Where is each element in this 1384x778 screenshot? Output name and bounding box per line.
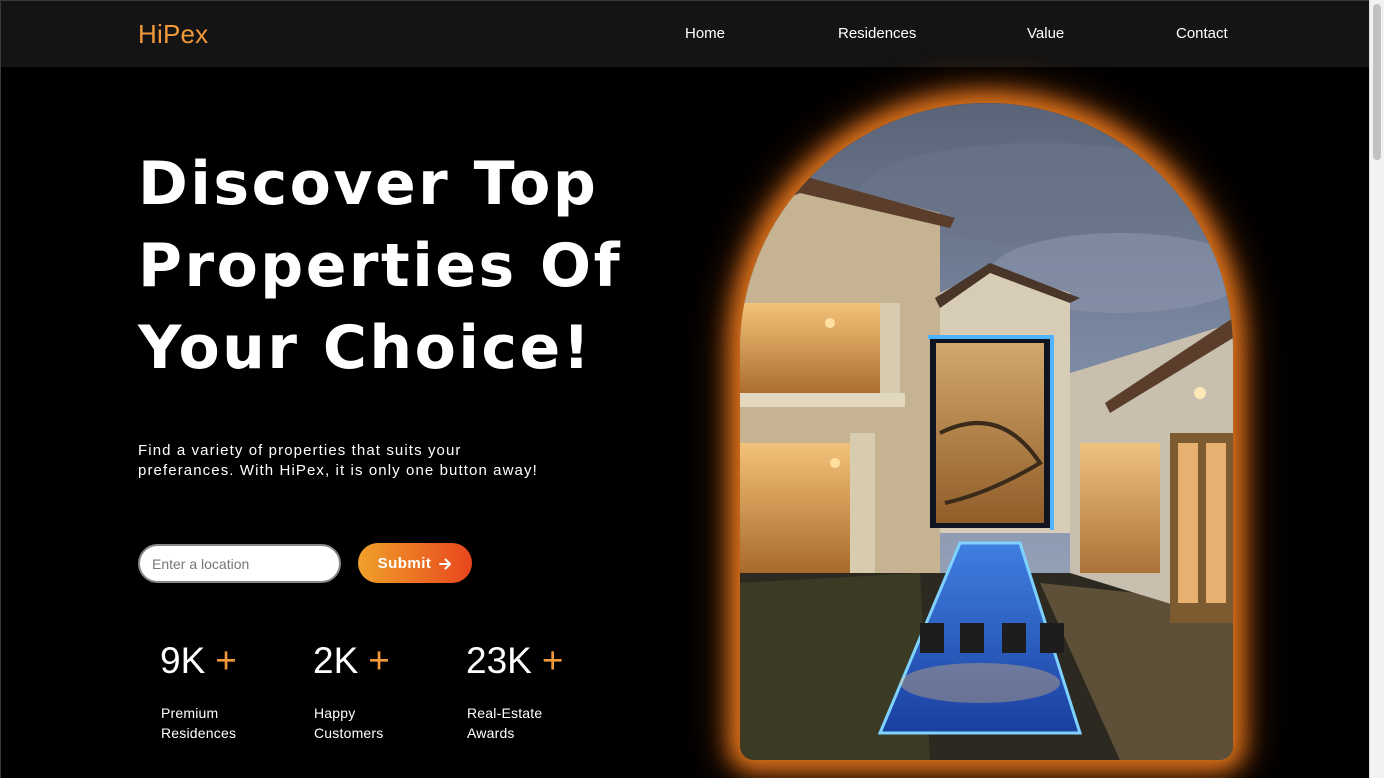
stat-customers: 2K + Happy Customers [313,639,453,741]
stat-plus: + [215,640,237,681]
hero-title-line: Properties Of [138,231,623,301]
stat-number-row: 9K + [160,639,300,683]
hero-subtitle: Find a variety of properties that suits … [138,441,578,481]
hero-subtitle-line: preferances. With HiPex, it is only one … [138,462,538,479]
submit-button-label: Submit [377,554,432,572]
stat-value: 23K [466,640,532,681]
stat-label-line: Happy [314,705,356,721]
stat-label: Real-Estate Awards [467,703,587,743]
hero-house-image [740,103,1233,760]
nav-menu: Home Residences Value Contact [1,25,1369,47]
stat-residences: 9K + Premium Residences [160,639,300,741]
stat-label-line: Real-Estate [467,705,543,721]
stat-number-row: 23K + [466,639,606,683]
location-search-input[interactable] [138,544,341,583]
stat-label: Happy Customers [314,703,434,743]
nav-value[interactable]: Value [1027,25,1064,42]
stat-awards: 23K + Real-Estate Awards [466,639,606,741]
nav-home[interactable]: Home [685,25,725,42]
stat-value: 2K [313,640,359,681]
stat-plus: + [368,640,390,681]
hero-subtitle-line: Find a variety of properties that suits … [138,442,462,459]
stat-number-row: 2K + [313,639,453,683]
top-navbar: HiPex Home Residences Value Contact [1,1,1369,67]
page: HiPex Home Residences Value Contact Disc… [0,0,1369,778]
page-scrollbar[interactable] [1369,0,1384,778]
stat-label-line: Premium [161,705,219,721]
stat-label-line: Customers [314,725,384,741]
stat-label: Premium Residences [161,703,281,743]
stat-label-line: Awards [467,725,515,741]
stat-value: 9K [160,640,206,681]
submit-button[interactable]: Submit [358,543,472,583]
hero-title-line: Your Choice! [138,313,593,383]
nav-contact[interactable]: Contact [1176,25,1228,42]
scrollbar-thumb[interactable] [1373,4,1381,160]
hero-title: Discover Top Properties Of Your Choice! [138,143,658,389]
stat-label-line: Residences [161,725,237,741]
stat-plus: + [541,640,564,681]
arrow-right-icon [439,557,452,570]
nav-residences[interactable]: Residences [838,25,916,42]
hero-title-line: Discover Top [138,149,599,219]
